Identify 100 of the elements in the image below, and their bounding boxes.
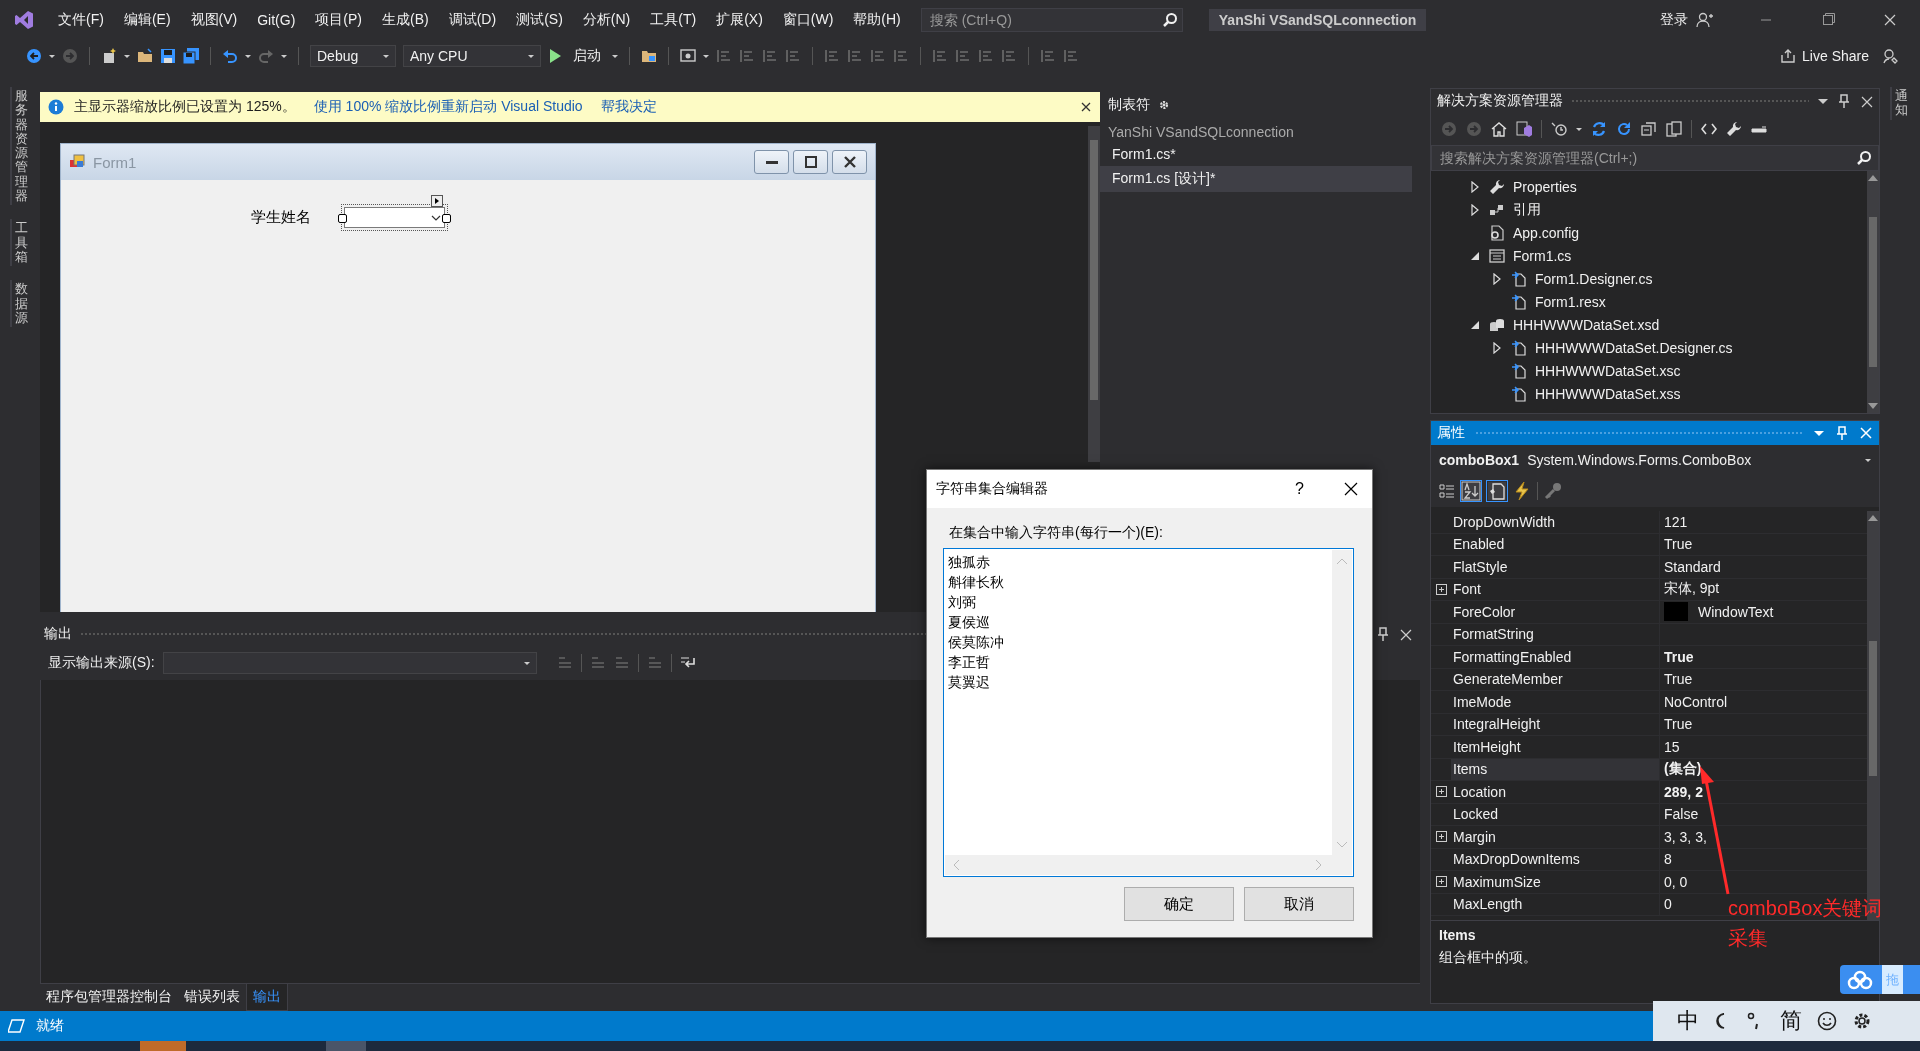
property-name[interactable]: MaxLength [1451,893,1660,915]
scroll-up-icon[interactable] [1868,515,1878,521]
menu-item[interactable]: Git(G) [247,11,306,28]
logo[interactable] [14,9,34,30]
settings-icon[interactable] [1852,1011,1872,1031]
menu-item[interactable]: 编辑(E) [113,10,181,29]
save-icon[interactable] [160,48,176,64]
tree-item[interactable]: Form1.resx [1535,293,1606,310]
menu-item[interactable]: 视图(V) [180,10,248,29]
panel-tab[interactable]: 程序包管理器控制台 [40,984,178,1011]
wrench-icon[interactable] [1726,121,1742,137]
side-tab[interactable]: 工具箱 [9,219,31,267]
gear-icon[interactable] [1158,99,1170,111]
side-tab[interactable]: 数据源 [9,280,31,328]
property-value[interactable]: True [1664,671,1693,688]
side-tab[interactable]: 通知 [1889,87,1911,120]
tree-item[interactable]: Form1.cs [1513,247,1572,264]
combo-box[interactable] [344,207,445,228]
clock-icon[interactable] [1551,121,1567,137]
search-field[interactable]: 搜索 (Ctrl+Q) [927,10,1152,29]
collapsed-icon[interactable] [1492,341,1502,354]
ime-script-button[interactable]: 简 [1780,1006,1802,1036]
property-name[interactable]: FlatStyle [1451,556,1660,578]
expand-icon[interactable] [1435,831,1447,843]
tree-item[interactable]: Properties [1513,178,1577,195]
code-icon[interactable] [1701,121,1717,137]
folder-icon[interactable] [137,48,153,64]
dialog-button[interactable]: 确定 [1124,887,1234,921]
search-field[interactable]: 搜索解决方案资源管理器(Ctrl+;) [1438,149,1822,167]
property-name[interactable]: Location [1451,781,1660,803]
menu-item[interactable]: 生成(B) [372,10,439,29]
property-value[interactable]: 121 [1664,513,1688,530]
property-value[interactable]: True [1664,648,1694,665]
scroll-up-icon[interactable] [1868,175,1878,181]
menu-item[interactable]: 工具(T) [640,10,707,29]
property-name[interactable]: ItemHeight [1451,736,1660,758]
property-name[interactable]: MaxDropDownItems [1451,848,1660,870]
collapse-icon[interactable] [1641,121,1657,137]
panel-tab[interactable]: 错误列表 [178,984,246,1011]
menu-item[interactable]: 扩展(X) [706,10,773,29]
tree-item[interactable]: Form1.Designer.cs [1535,270,1653,287]
property-value[interactable]: 0, 0 [1664,873,1688,890]
caret-icon[interactable] [49,54,55,58]
collapsed-icon[interactable] [1470,203,1480,216]
tree-item[interactable]: HHHWWWDataSet.Designer.cs [1535,339,1733,356]
caret-icon[interactable] [383,54,389,58]
menu-item[interactable]: 帮助(H) [843,10,911,29]
property-value[interactable]: Standard [1664,558,1721,575]
document-tab[interactable]: Form1.cs [设计]* [1100,166,1412,192]
property-value[interactable]: True [1664,536,1693,553]
scrollbar[interactable] [1088,126,1100,462]
close-icon[interactable] [1344,482,1358,496]
caret-icon[interactable] [703,54,709,58]
refresh-icon[interactable] [1616,121,1632,137]
property-name[interactable]: ImeMode [1451,691,1660,713]
search-box[interactable]: 搜索 (Ctrl+Q) [920,7,1183,32]
ime-mode-button[interactable]: 中 [1677,1006,1699,1036]
expand-icon[interactable] [1435,786,1447,798]
caret-icon[interactable] [1576,127,1582,131]
property-value[interactable]: (集合) [1664,760,1702,779]
caret-icon[interactable] [245,54,251,58]
sync-icon[interactable] [1591,121,1607,137]
scroll-thumb[interactable] [1869,641,1877,776]
property-name[interactable]: Margin [1451,826,1660,848]
copy-icon[interactable] [1666,121,1682,137]
undo-icon[interactable] [222,48,238,64]
scrollbar[interactable] [1867,171,1879,413]
categorized-icon[interactable] [1439,483,1455,499]
property-name[interactable]: Locked [1451,803,1660,825]
tree-item[interactable]: HHHWWWDataSet.xsd [1513,316,1660,333]
caret-icon[interactable] [281,54,287,58]
scroll-thumb[interactable] [1090,140,1098,400]
property-name[interactable]: Enabled [1451,533,1660,555]
caret-icon[interactable] [124,54,130,58]
menu-item[interactable]: 调试(D) [438,10,507,29]
tree-item[interactable]: 引用 [1513,200,1541,219]
collapsed-icon[interactable] [1492,272,1502,285]
smile-icon[interactable] [1817,1011,1837,1031]
new-project-icon[interactable] [101,48,117,64]
configuration-dropdown[interactable]: Debug [310,45,396,67]
close-button[interactable] [832,150,867,174]
tree-item[interactable]: HHHWWWDataSet.xsc [1535,362,1681,379]
sign-in-link[interactable]: 登录 [1660,10,1688,29]
home-icon[interactable] [1491,121,1507,137]
close-icon[interactable] [1398,627,1412,641]
start-button[interactable]: 启动 [569,47,605,65]
expand-icon[interactable] [1435,876,1447,888]
events-icon[interactable] [1513,481,1531,501]
property-value[interactable]: 8 [1664,851,1672,868]
solution-icon[interactable] [1516,121,1532,137]
close-icon[interactable] [1080,101,1092,113]
property-name[interactable]: FormatString [1451,623,1660,645]
info-link[interactable]: 帮我决定 [600,98,657,116]
caret-icon[interactable] [612,54,618,58]
pin-icon[interactable] [1376,627,1390,641]
tree-item[interactable]: HHHWWWDataSet.xss [1535,385,1681,402]
menu-item[interactable]: 测试(S) [506,10,573,29]
property-value[interactable]: WindowText [1698,603,1774,620]
caret-icon[interactable] [528,54,534,58]
help-button[interactable]: ? [1295,480,1304,498]
